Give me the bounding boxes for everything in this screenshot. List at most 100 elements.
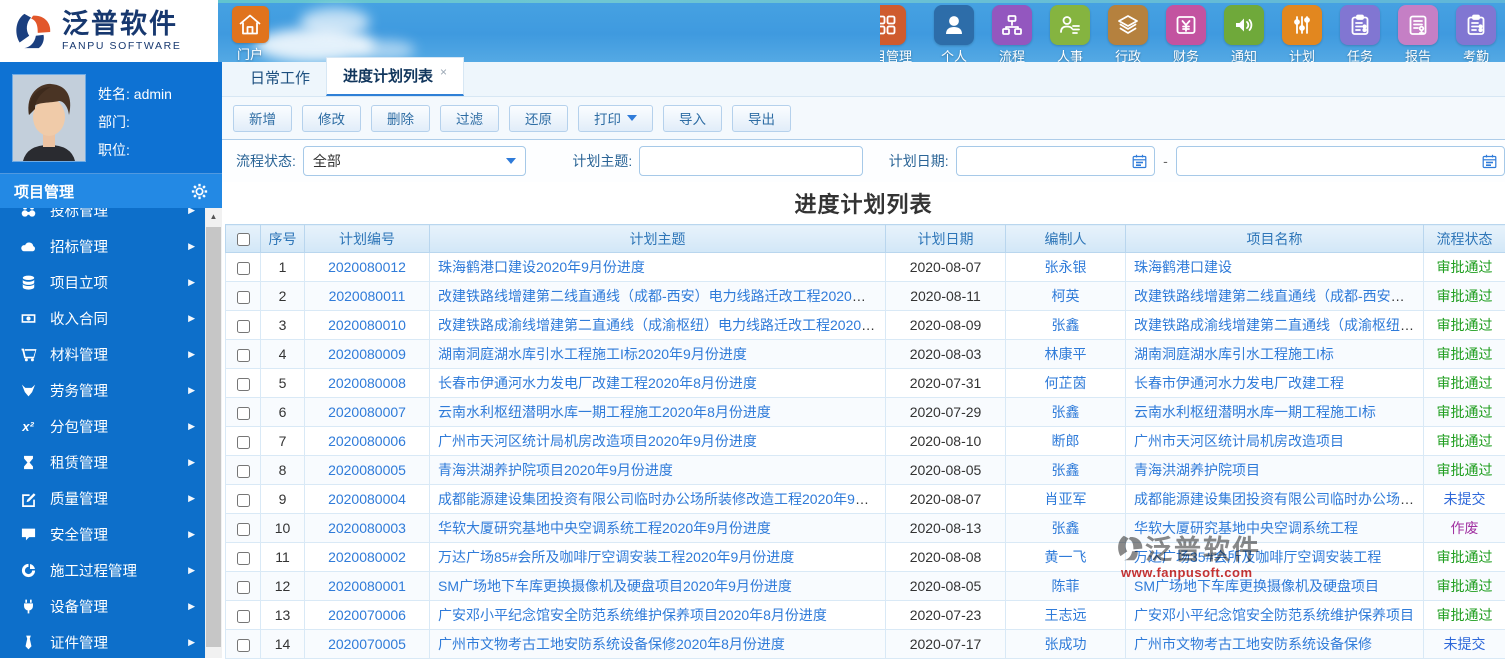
module-button-flow[interactable]: 流程 [983,5,1041,62]
plan-code-link[interactable]: 2020080007 [328,404,406,420]
row-checkbox[interactable] [237,523,250,536]
sidebar-item[interactable]: x² 分包管理 ▶ [0,408,205,444]
column-header[interactable]: 计划编号 [305,225,430,253]
row-checkbox[interactable] [237,262,250,275]
close-icon[interactable]: × [440,65,447,79]
row-checkbox[interactable] [237,349,250,362]
plan-subject-link[interactable]: 改建铁路线增建第二线直通线（成都-西安）电力线路迁改工程2020年9月... [438,288,886,304]
plan-subject-link[interactable]: 广州市文物考古工地安防系统设备保修2020年8月份进度 [438,636,785,652]
project-name-link[interactable]: 青海洪湖养护院项目 [1134,462,1260,478]
author-link[interactable]: 张成功 [1045,636,1087,652]
plan-code-link[interactable]: 2020070005 [328,636,406,652]
sidebar-item[interactable]: 设备管理 ▶ [0,588,205,624]
row-checkbox[interactable] [237,291,250,304]
author-link[interactable]: 黄一飞 [1045,549,1087,565]
settings-gear-icon[interactable] [191,183,208,200]
toolbar-button[interactable]: 修改 [302,105,361,132]
column-header[interactable]: 计划日期 [886,225,1006,253]
sidebar-item[interactable]: 收入合同 ▶ [0,300,205,336]
plan-subject-link[interactable]: 广安邓小平纪念馆安全防范系统维护保养项目2020年8月份进度 [438,607,827,623]
author-link[interactable]: 断郎 [1052,433,1080,449]
plan-subject-link[interactable]: 广州市天河区统计局机房改造项目2020年9月份进度 [438,433,757,449]
author-link[interactable]: 张鑫 [1052,462,1080,478]
row-checkbox[interactable] [237,494,250,507]
sidebar-item[interactable]: 质量管理 ▶ [0,480,205,516]
project-name-link[interactable]: 珠海鹤港口建设 [1134,259,1232,275]
project-name-link[interactable]: 万达广场35#会所及咖啡厅空调安装工程 [1134,549,1381,565]
module-button-sliders[interactable]: 计划 [1273,5,1331,62]
plan-subject-link[interactable]: 湖南洞庭湖水库引水工程施工I标2020年9月份进度 [438,346,747,362]
plan-subject-link[interactable]: 华软大厦研究基地中央空调系统工程2020年9月份进度 [438,520,771,536]
author-link[interactable]: 张永银 [1045,259,1087,275]
sidebar-item[interactable]: 施工过程管理 ▶ [0,552,205,588]
plan-subject-link[interactable]: 成都能源建设集团投资有限公司临时办公场所装修改造工程2020年9月份... [438,491,886,507]
sidebar-item[interactable]: 安全管理 ▶ [0,516,205,552]
tab[interactable]: 进度计划列表× [326,57,464,96]
module-button-grid[interactable]: 项目管理 [880,5,925,62]
plan-code-link[interactable]: 2020080005 [328,462,406,478]
select-all-checkbox[interactable] [237,233,250,246]
author-link[interactable]: 陈菲 [1052,578,1080,594]
subject-filter-input[interactable] [639,146,862,176]
plan-subject-link[interactable]: 青海洪湖养护院项目2020年9月份进度 [438,462,673,478]
author-link[interactable]: 王志远 [1045,607,1087,623]
project-name-link[interactable]: 长春市伊通河水力发电厂改建工程 [1134,375,1344,391]
sidebar-item[interactable]: 劳务管理 ▶ [0,372,205,408]
project-name-link[interactable]: 广州市天河区统计局机房改造项目 [1134,433,1344,449]
plan-code-link[interactable]: 2020080008 [328,375,406,391]
module-button-clipboard[interactable]: 任务 [1331,5,1389,62]
portal-button[interactable]: 门户 [228,6,272,62]
plan-code-link[interactable]: 2020080003 [328,520,406,536]
scrollbar-thumb[interactable] [206,227,221,647]
row-checkbox[interactable] [237,465,250,478]
author-link[interactable]: 张鑫 [1052,317,1080,333]
status-filter-select[interactable]: 全部 [303,146,527,176]
module-button-layers[interactable]: 行政 [1099,5,1157,62]
column-header[interactable]: 编制人 [1006,225,1126,253]
row-checkbox[interactable] [237,552,250,565]
project-name-link[interactable]: 改建铁路线增建第二线直通线（成都-西安）电... [1134,288,1424,304]
module-button-report[interactable]: 报告 [1389,5,1447,62]
plan-subject-link[interactable]: 云南水利枢纽潜明水库一期工程施工2020年8月份进度 [438,404,771,420]
module-button-yen[interactable]: 财务 [1157,5,1215,62]
toolbar-button[interactable]: 删除 [371,105,430,132]
date-to-input[interactable] [1177,147,1474,175]
toolbar-button[interactable]: 还原 [509,105,568,132]
project-name-link[interactable]: 云南水利枢纽潜明水库一期工程施工I标 [1134,404,1376,420]
column-header[interactable]: 序号 [261,225,305,253]
sidebar-item[interactable]: 投标管理 ▶ [0,208,205,228]
project-name-link[interactable]: 改建铁路成渝线增建第二直通线（成渝枢纽）... [1134,317,1424,333]
toolbar-button[interactable]: 导入 [663,105,722,132]
project-name-link[interactable]: 华软大厦研究基地中央空调系统工程 [1134,520,1358,536]
toolbar-button[interactable]: 新增 [233,105,292,132]
plan-subject-link[interactable]: 改建铁路成渝线增建第二直通线（成渝枢纽）电力线路迁改工程2020年9... [438,317,886,333]
sidebar-item[interactable]: 租赁管理 ▶ [0,444,205,480]
author-link[interactable]: 张鑫 [1052,520,1080,536]
plan-subject-link[interactable]: 珠海鹤港口建设2020年9月份进度 [438,259,645,275]
column-header[interactable]: 计划主题 [430,225,886,253]
row-checkbox[interactable] [237,610,250,623]
sidebar-item[interactable]: 材料管理 ▶ [0,336,205,372]
sidebar-scrollbar[interactable]: ▲ [205,208,222,658]
author-link[interactable]: 林康平 [1045,346,1087,362]
toolbar-button[interactable]: 过滤 [440,105,499,132]
date-from-input[interactable] [957,147,1125,175]
date-from-field[interactable] [956,146,1156,176]
column-header[interactable]: 项目名称 [1126,225,1424,253]
sidebar-item[interactable]: 证件管理 ▶ [0,624,205,658]
module-button-hr[interactable]: 人事 [1041,5,1099,62]
author-link[interactable]: 何芷茵 [1045,375,1087,391]
toolbar-button[interactable]: 打印 [578,105,653,132]
project-name-link[interactable]: 成都能源建设集团投资有限公司临时办公场所... [1134,491,1424,507]
tab[interactable]: 日常工作 [234,60,326,96]
row-checkbox[interactable] [237,378,250,391]
plan-subject-link[interactable]: 长春市伊通河水力发电厂改建工程2020年8月份进度 [438,375,757,391]
row-checkbox[interactable] [237,581,250,594]
project-name-link[interactable]: 广安邓小平纪念馆安全防范系统维护保养项目 [1134,607,1414,623]
plan-code-link[interactable]: 2020080006 [328,433,406,449]
author-link[interactable]: 柯英 [1052,288,1080,304]
column-header[interactable]: 流程状态 [1424,225,1505,253]
plan-code-link[interactable]: 2020080002 [328,549,406,565]
author-link[interactable]: 肖亚军 [1045,491,1087,507]
plan-code-link[interactable]: 2020080011 [329,288,406,304]
